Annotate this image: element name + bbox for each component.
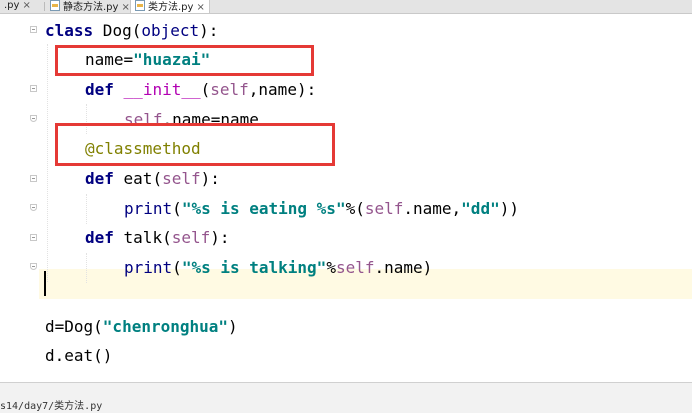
code-line-9: print("%s is talking"%self.name) <box>124 258 433 277</box>
annotation-box-classmethod <box>55 123 335 166</box>
tab-static-method[interactable]: 静态方法.py × <box>46 0 134 13</box>
fold-marker-icon[interactable] <box>30 234 37 241</box>
status-bar <box>0 382 692 413</box>
annotation-box-name <box>55 45 314 76</box>
tab-label: .py <box>4 0 20 11</box>
editor-gutter <box>0 14 39 382</box>
fold-end-icon[interactable] <box>30 263 37 270</box>
fold-marker-icon[interactable] <box>30 26 37 33</box>
code-line-7: print("%s is eating %s"%(self.name,"dd")… <box>124 199 519 218</box>
tab-class-method[interactable]: 类方法.py × <box>130 0 210 13</box>
fold-end-icon[interactable] <box>30 204 37 211</box>
code-line-6: def eat(self): <box>85 169 220 188</box>
tab-label: 静态方法.py <box>63 2 119 13</box>
python-file-icon <box>135 0 145 11</box>
fold-marker-icon[interactable] <box>30 175 37 182</box>
code-line-8: def talk(self): <box>85 228 230 247</box>
text-caret <box>44 271 46 296</box>
file-path: s14/day7/类方法.py <box>0 401 103 412</box>
close-icon[interactable]: × <box>196 2 204 13</box>
close-icon[interactable]: × <box>121 2 129 13</box>
code-line-1: class Dog(object): <box>45 21 219 40</box>
editor-tab-bar: .py × 静态方法.py × 类方法.py × <box>0 0 692 14</box>
code-line-12: d.eat() <box>45 346 113 365</box>
tab-partial-py[interactable]: .py × <box>0 0 35 13</box>
fold-marker-icon[interactable] <box>30 85 37 92</box>
fold-end-icon[interactable] <box>30 115 37 122</box>
code-line-3: def __init__(self,name): <box>85 80 317 99</box>
code-line-11: d=Dog("chenronghua") <box>45 317 238 336</box>
tab-label: 类方法.py <box>148 2 194 13</box>
close-icon[interactable]: × <box>22 0 30 11</box>
python-file-icon <box>50 0 60 11</box>
